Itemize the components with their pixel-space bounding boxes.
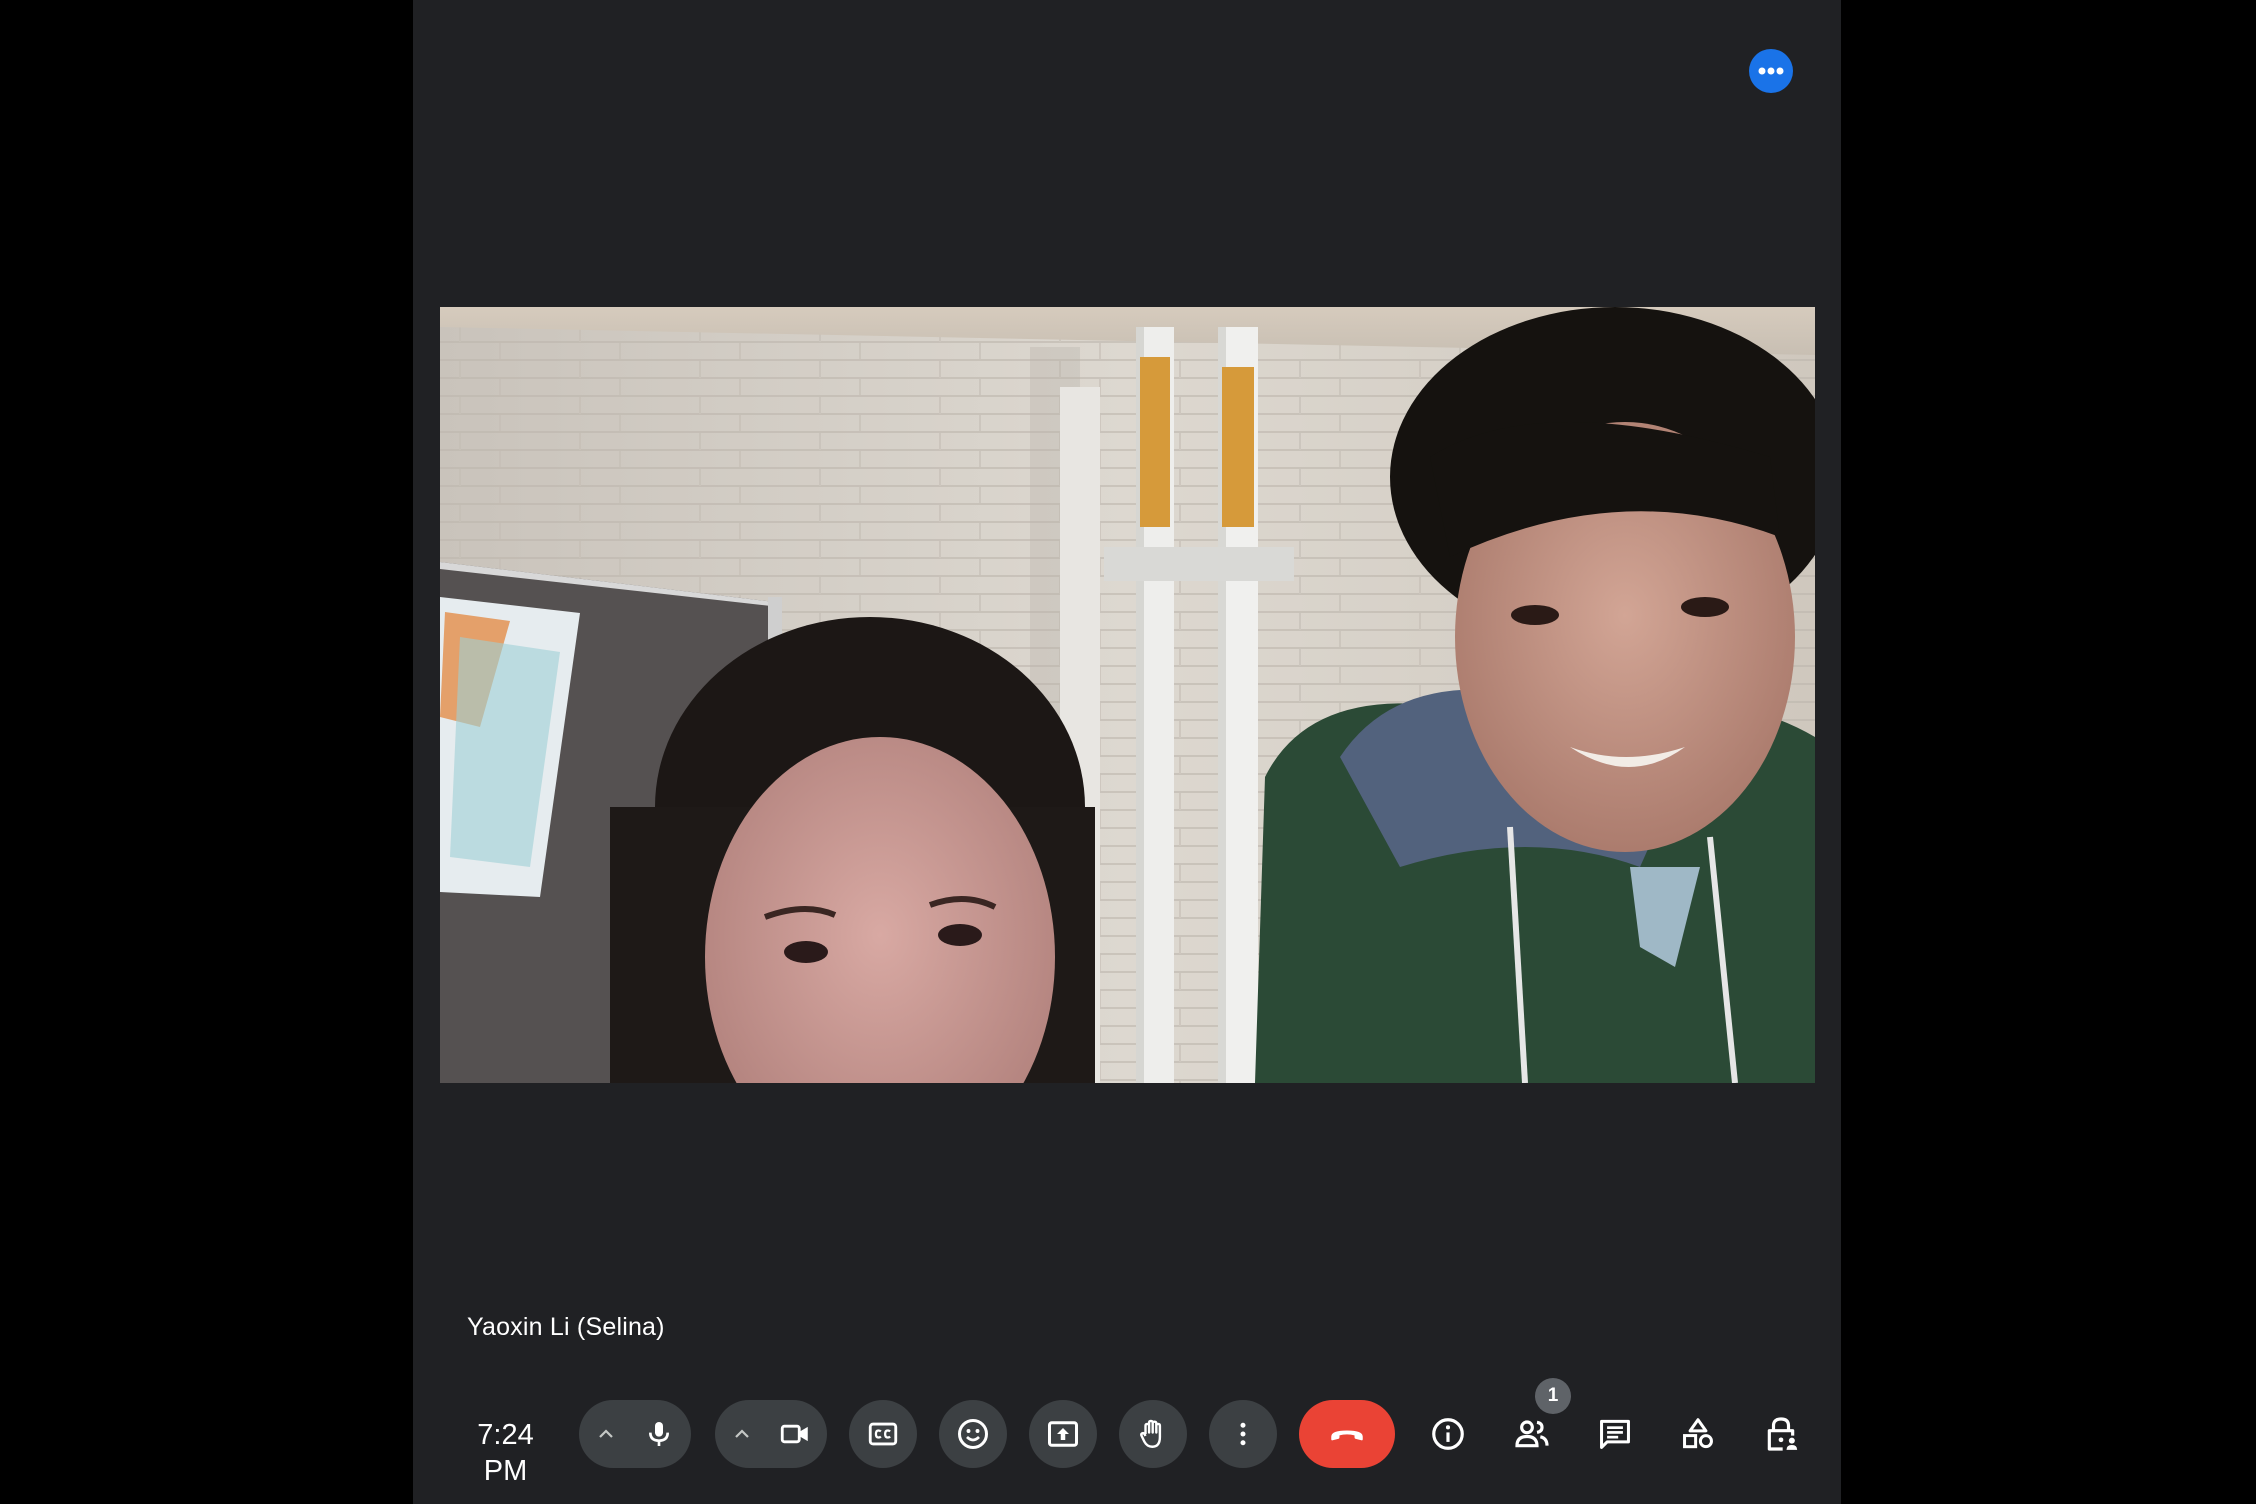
meeting-details-button[interactable]: [1414, 1400, 1482, 1468]
more-horizontal-icon: [1749, 49, 1793, 93]
more-options-button[interactable]: [1209, 1400, 1277, 1468]
tile-options-button[interactable]: [1749, 49, 1793, 93]
audio-settings-toggle[interactable]: [582, 1400, 630, 1468]
video-feed-image: [440, 307, 1815, 1083]
meet-window: Yaoxin Li (Selina) 7:24 PM 1: [413, 0, 1841, 1504]
chat-button[interactable]: [1581, 1400, 1649, 1468]
people-icon: [1515, 1420, 1549, 1448]
meeting-clock: 7:24 PM: [477, 1419, 534, 1487]
video-settings-toggle[interactable]: [718, 1400, 766, 1468]
lock-person-icon: [1767, 1417, 1798, 1451]
video-camera-icon: [780, 1424, 808, 1444]
microphone-icon: [649, 1422, 669, 1446]
closed-captions-icon: [868, 1422, 898, 1446]
raise-hand-button[interactable]: [1119, 1400, 1187, 1468]
chevron-up-icon: [735, 1429, 749, 1438]
smiley-icon: [958, 1419, 988, 1449]
hand-icon: [1140, 1419, 1162, 1448]
camera-control-group: [715, 1400, 827, 1468]
present-button[interactable]: [1029, 1400, 1097, 1468]
leave-call-button[interactable]: [1299, 1400, 1395, 1468]
participant-name-label: Yaoxin Li (Selina): [467, 1313, 665, 1341]
captions-button[interactable]: [849, 1400, 917, 1468]
info-icon: [1432, 1418, 1464, 1450]
hang-up-icon: [1331, 1430, 1363, 1441]
participant-count-badge: 1: [1535, 1378, 1571, 1414]
vertical-dots-icon: [1240, 1422, 1246, 1446]
chevron-up-icon: [599, 1429, 613, 1438]
reactions-button[interactable]: [939, 1400, 1007, 1468]
present-screen-icon: [1048, 1421, 1078, 1447]
shapes-icon: [1683, 1418, 1713, 1449]
camera-button[interactable]: [766, 1400, 824, 1468]
microphone-control-group: [579, 1400, 691, 1468]
microphone-button[interactable]: [630, 1400, 688, 1468]
host-controls-button[interactable]: [1747, 1400, 1815, 1468]
participant-video-tile: [440, 307, 1815, 1083]
chat-icon: [1600, 1419, 1630, 1449]
activities-button[interactable]: [1664, 1400, 1732, 1468]
